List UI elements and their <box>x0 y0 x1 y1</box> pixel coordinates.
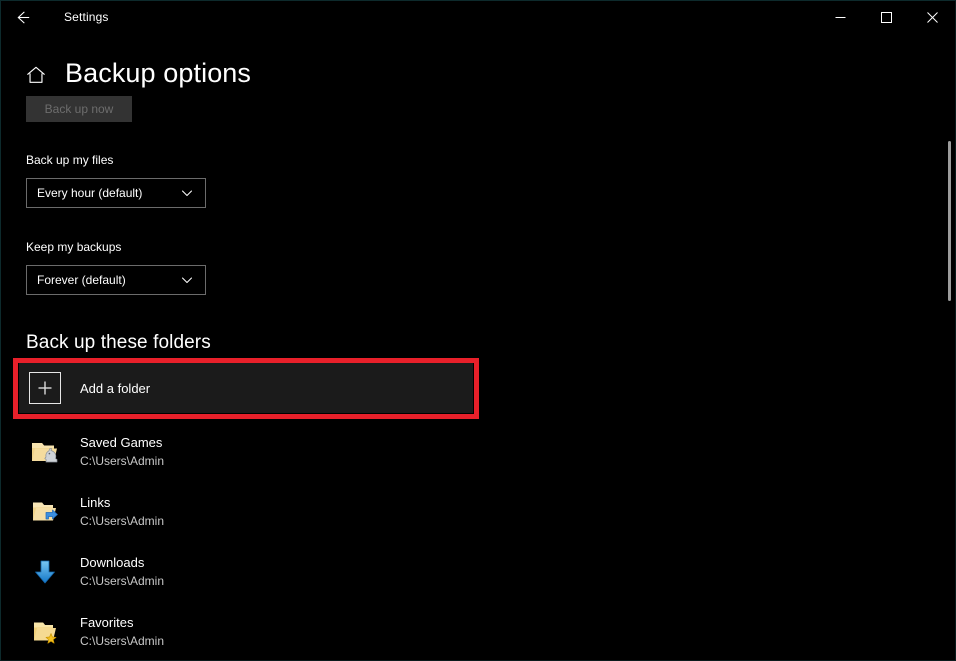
section-heading-back-up-these-folders: Back up these folders <box>26 332 211 353</box>
back-up-frequency-value: Every hour (default) <box>37 186 143 200</box>
back-arrow-icon <box>17 11 30 23</box>
page-title: Backup options <box>65 57 252 88</box>
folder-path: C:\Users\Admin <box>80 574 165 588</box>
page-header: Backup options <box>25 53 251 93</box>
title-bar: Settings <box>1 1 955 33</box>
home-icon[interactable] <box>25 64 47 86</box>
folder-shortcut-icon <box>33 502 58 521</box>
add-a-folder-label: Add a folder <box>80 380 151 396</box>
folder-name: Downloads <box>80 555 145 570</box>
chevron-down-icon <box>181 277 193 284</box>
scrollbar-thumb[interactable] <box>948 141 951 301</box>
add-a-folder-button[interactable]: Add a folder <box>19 363 473 413</box>
list-item[interactable]: Links C:\Users\Admin <box>19 482 919 542</box>
folder-path: C:\Users\Admin <box>80 514 165 528</box>
folder-path: C:\Users\Admin <box>80 634 165 648</box>
label-back-up-my-files: Back up my files <box>26 153 114 167</box>
list-item[interactable]: Favorites C:\Users\Admin <box>19 602 919 660</box>
back-up-frequency-combobox[interactable]: Every hour (default) <box>26 178 206 208</box>
folder-favorites-icon <box>34 622 57 644</box>
titlebar-title: Settings <box>64 10 109 24</box>
folder-path: C:\Users\Admin <box>80 454 165 468</box>
plus-icon <box>38 381 52 395</box>
window-caption-buttons <box>817 1 955 33</box>
close-button[interactable] <box>909 1 955 33</box>
folder-saved-games-icon <box>32 443 58 463</box>
backed-up-folders-list: Saved Games C:\Users\Admin Links C:\User… <box>19 422 919 660</box>
folder-name: Saved Games <box>80 435 163 450</box>
label-keep-my-backups: Keep my backups <box>26 240 122 254</box>
maximize-button[interactable] <box>863 1 909 33</box>
scrollbar-track[interactable] <box>941 33 953 660</box>
list-item-text: Links C:\Users\Admin <box>80 494 164 530</box>
keep-backups-combobox[interactable]: Forever (default) <box>26 265 206 295</box>
folder-name: Favorites <box>80 615 134 630</box>
list-item-text: Downloads C:\Users\Admin <box>80 554 164 590</box>
minimize-icon <box>835 16 845 18</box>
back-up-now-button[interactable]: Back up now <box>26 96 132 122</box>
back-button[interactable] <box>1 1 46 33</box>
maximize-icon <box>880 11 892 23</box>
list-item[interactable]: Saved Games C:\Users\Admin <box>19 422 919 482</box>
keep-backups-value: Forever (default) <box>37 273 126 287</box>
plus-icon-box <box>29 372 61 404</box>
list-item-text: Favorites C:\Users\Admin <box>80 614 164 650</box>
folder-name: Links <box>80 495 111 510</box>
chevron-down-icon <box>181 190 193 197</box>
list-item[interactable]: Downloads C:\Users\Admin <box>19 542 919 602</box>
settings-window: Settings Backup options Back up now Back… <box>0 0 956 661</box>
list-item-text: Saved Games C:\Users\Admin <box>80 434 164 470</box>
minimize-button[interactable] <box>817 1 863 33</box>
close-icon <box>926 11 938 23</box>
downloads-arrow-icon <box>35 560 55 584</box>
